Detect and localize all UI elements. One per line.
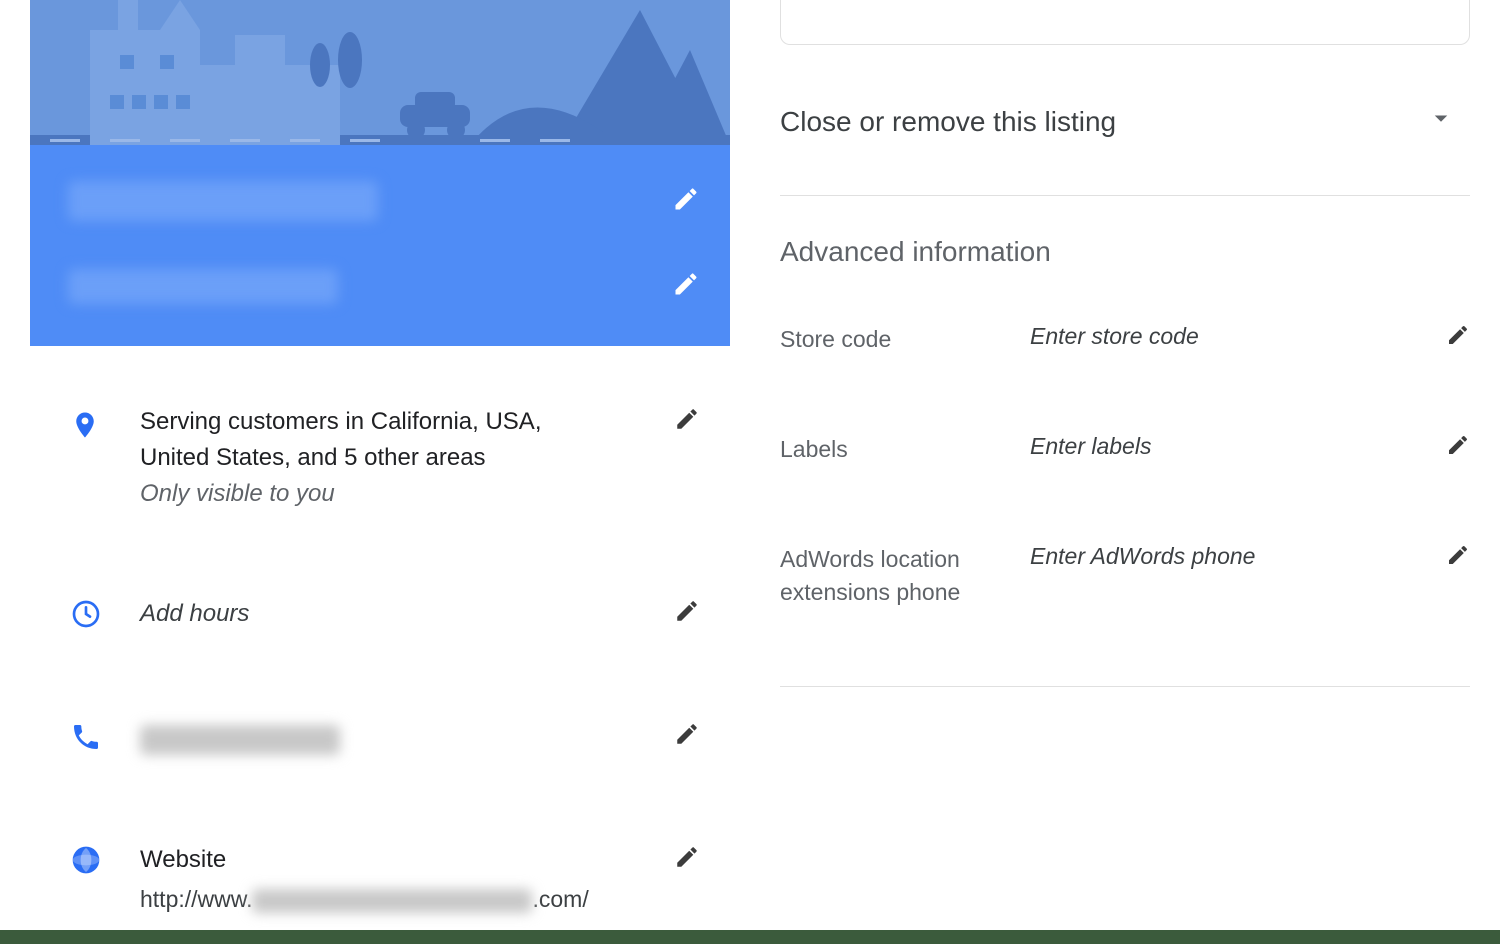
hours-row: Add hours xyxy=(70,568,700,663)
store-code-placeholder[interactable]: Enter store code xyxy=(1030,323,1434,350)
edit-labels-button[interactable] xyxy=(1446,433,1470,462)
business-header xyxy=(30,145,730,346)
location-text-line2: United States, and 5 other areas xyxy=(140,440,660,476)
window-bottom-bar xyxy=(0,930,1500,944)
edit-phone-button[interactable] xyxy=(674,721,700,752)
close-remove-listing[interactable]: Close or remove this listing xyxy=(780,85,1470,195)
website-url[interactable]: http://www. .com/ xyxy=(140,882,660,917)
adwords-phone-placeholder[interactable]: Enter AdWords phone xyxy=(1030,543,1434,570)
labels-placeholder[interactable]: Enter labels xyxy=(1030,433,1434,460)
store-code-label: Store code xyxy=(780,323,1030,355)
adwords-phone-label: AdWords location extensions phone xyxy=(780,543,1030,607)
divider xyxy=(780,686,1470,687)
hero-illustration xyxy=(30,0,730,145)
business-category-redacted xyxy=(68,269,338,304)
globe-icon xyxy=(70,844,102,881)
close-remove-label: Close or remove this listing xyxy=(780,106,1116,138)
edit-location-button[interactable] xyxy=(674,406,700,437)
business-card: Serving customers in California, USA, Un… xyxy=(30,0,730,930)
location-row: Serving customers in California, USA, Un… xyxy=(70,376,700,540)
previous-card-bottom xyxy=(780,0,1470,45)
divider xyxy=(780,195,1470,196)
phone-icon xyxy=(70,721,102,758)
hours-placeholder[interactable]: Add hours xyxy=(140,600,249,627)
store-code-row: Store code Enter store code xyxy=(780,323,1470,355)
website-row: Website http://www. .com/ xyxy=(70,814,700,917)
labels-row: Labels Enter labels xyxy=(780,433,1470,465)
right-panel: Close or remove this listing Advanced in… xyxy=(780,0,1470,930)
website-domain-redacted xyxy=(252,889,532,913)
advanced-info-title: Advanced information xyxy=(780,236,1470,268)
edit-hours-button[interactable] xyxy=(674,598,700,629)
labels-label: Labels xyxy=(780,433,1030,465)
website-url-suffix: .com/ xyxy=(532,886,588,912)
edit-category-button[interactable] xyxy=(672,270,700,303)
website-url-prefix: http://www. xyxy=(140,886,252,912)
clock-icon xyxy=(70,598,102,635)
edit-store-code-button[interactable] xyxy=(1446,323,1470,352)
location-text-line1: Serving customers in California, USA, xyxy=(140,404,660,440)
edit-website-button[interactable] xyxy=(674,844,700,875)
location-pin-icon xyxy=(70,406,100,449)
website-label: Website xyxy=(140,842,660,878)
adwords-phone-row: AdWords location extensions phone Enter … xyxy=(780,543,1470,607)
chevron-down-icon xyxy=(1426,103,1456,140)
phone-row xyxy=(70,691,700,786)
edit-name-button[interactable] xyxy=(672,185,700,218)
edit-adwords-phone-button[interactable] xyxy=(1446,543,1470,572)
location-visibility: Only visible to you xyxy=(140,476,660,512)
phone-redacted xyxy=(140,725,340,755)
business-name-redacted xyxy=(68,181,378,221)
